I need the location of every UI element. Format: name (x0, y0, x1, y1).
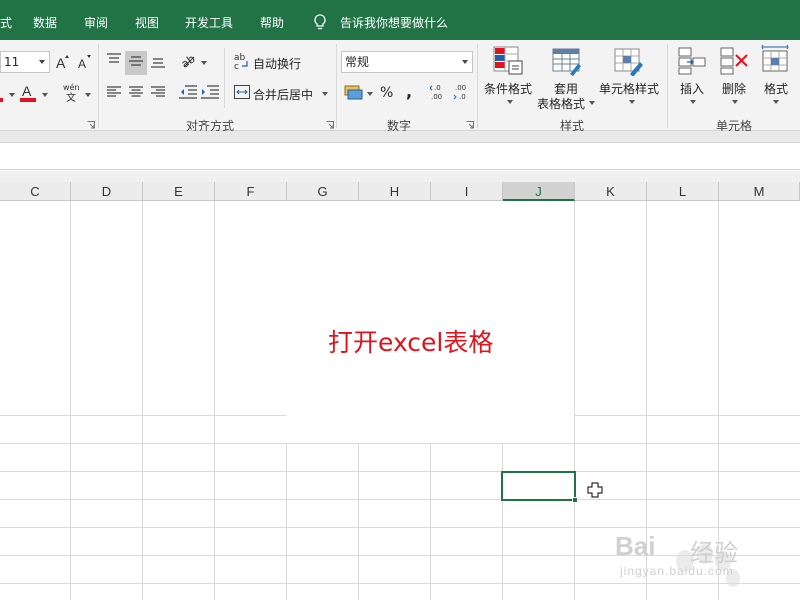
column-header-j[interactable]: J (503, 182, 575, 201)
svg-text:c: c (234, 62, 239, 70)
increase-decimal-icon[interactable]: .0 .00 (430, 83, 448, 101)
conditional-formatting-dropdown[interactable] (507, 100, 513, 104)
font-dialog-launcher-icon[interactable] (87, 121, 95, 129)
accounting-dropdown[interactable] (367, 92, 373, 96)
cell-styles-icon[interactable] (614, 46, 644, 76)
align-right-icon[interactable] (151, 86, 165, 98)
lightbulb-icon (314, 14, 326, 30)
tab-formulas[interactable]: 式 (0, 14, 12, 31)
align-bottom-icon[interactable] (151, 57, 165, 69)
decrease-decimal-icon[interactable]: .00 .0 (453, 83, 471, 101)
delete-cells-icon[interactable] (719, 46, 749, 76)
tab-review[interactable]: 审阅 (84, 14, 108, 31)
column-header-m[interactable]: M (719, 182, 800, 201)
fill-handle[interactable] (572, 497, 578, 503)
ribbon-collapse-strip (0, 131, 800, 143)
watermark-brand: Bai (615, 531, 656, 561)
align-top-icon[interactable] (107, 53, 121, 65)
watermark-url: jingyan.baidu.com (620, 564, 734, 578)
formula-gap (0, 171, 800, 182)
font-size-combo[interactable]: 11 (0, 51, 50, 73)
tab-developer[interactable]: 开发工具 (185, 14, 233, 31)
delete-dropdown[interactable] (732, 100, 738, 104)
orientation-dropdown[interactable] (201, 61, 207, 65)
font-color-icon[interactable]: A (19, 83, 39, 103)
insert-dropdown[interactable] (690, 100, 696, 104)
format-as-table-label-2[interactable]: 表格格式 (537, 95, 585, 112)
align-center-icon[interactable] (129, 86, 143, 98)
column-header-c[interactable]: C (0, 182, 71, 201)
merge-center-icon[interactable] (234, 85, 250, 99)
merge-center-label[interactable]: 合并后居中 (253, 86, 313, 103)
column-header-k[interactable]: K (575, 182, 647, 201)
text-orientation-icon[interactable]: ab (180, 52, 198, 70)
insert-label[interactable]: 插入 (680, 80, 704, 97)
column-header-l[interactable]: L (647, 182, 719, 201)
tab-data[interactable]: 数据 (33, 14, 57, 31)
font-color-dropdown[interactable] (42, 93, 48, 97)
tab-view[interactable]: 视图 (135, 14, 159, 31)
cell-styles-dropdown[interactable] (629, 100, 635, 104)
fill-color-icon[interactable] (0, 98, 3, 102)
column-header-f[interactable]: F (215, 182, 287, 201)
svg-text:.0: .0 (459, 93, 466, 101)
svg-text:.00: .00 (455, 84, 466, 92)
format-label[interactable]: 格式 (764, 80, 788, 97)
fill-color-dropdown[interactable] (9, 93, 15, 97)
decrease-indent-icon[interactable] (179, 85, 197, 99)
format-cells-icon[interactable] (761, 44, 791, 76)
ribbon-tab-bar: 式 数据 审阅 视图 开发工具 帮助 告诉我你想要做什么 (0, 0, 800, 40)
increase-indent-icon[interactable] (201, 85, 219, 99)
comma-style-button[interactable]: , (406, 82, 412, 101)
alignment-dialog-launcher-icon[interactable] (326, 121, 334, 129)
formula-bar[interactable] (0, 144, 800, 170)
plus-cursor-icon (587, 482, 603, 498)
merged-annotation-cell[interactable] (286, 201, 574, 443)
svg-text:wén: wén (63, 82, 80, 92)
decrease-font-icon[interactable]: A (77, 54, 91, 70)
format-as-table-dropdown[interactable] (589, 101, 595, 105)
column-header-d[interactable]: D (71, 182, 143, 201)
svg-text:文: 文 (66, 91, 76, 104)
svg-text:.0: .0 (434, 84, 441, 92)
insert-cells-icon[interactable] (677, 46, 707, 76)
svg-text:A: A (78, 57, 86, 70)
cell-styles-label[interactable]: 单元格样式 (599, 80, 659, 97)
svg-text:A: A (56, 55, 66, 70)
column-header-e[interactable]: E (143, 182, 215, 201)
wrap-text-label[interactable]: 自动换行 (253, 55, 301, 72)
column-header-i[interactable]: I (431, 182, 503, 201)
align-middle-icon[interactable] (129, 55, 143, 67)
tab-help[interactable]: 帮助 (260, 14, 284, 31)
column-header-row: C D E F G H I J K L M (0, 182, 800, 201)
phonetic-dropdown[interactable] (85, 93, 91, 97)
increase-font-icon[interactable]: A (55, 54, 69, 70)
conditional-formatting-label[interactable]: 条件格式 (484, 80, 532, 97)
column-header-h[interactable]: H (359, 182, 431, 201)
active-cell-j[interactable] (501, 471, 576, 501)
wrap-text-icon[interactable]: ab c (234, 52, 250, 70)
column-header-g[interactable]: G (287, 182, 359, 201)
format-dropdown[interactable] (773, 100, 779, 104)
delete-label[interactable]: 删除 (722, 80, 746, 97)
accounting-format-icon[interactable] (344, 84, 364, 100)
annotation-text: 打开excel表格 (328, 328, 494, 357)
percent-style-button[interactable]: % (380, 85, 393, 101)
phonetic-icon[interactable]: wén 文 (60, 82, 82, 104)
worksheet-grid[interactable]: 打开excel表格 Bai 经验 jingyan.baidu.com (0, 201, 800, 600)
align-left-icon[interactable] (107, 86, 121, 98)
watermark-brand-cn: 经验 (690, 539, 738, 567)
number-dialog-launcher-icon[interactable] (466, 121, 474, 129)
format-as-table-icon[interactable] (552, 46, 582, 76)
number-format-combo[interactable]: 常规 (341, 51, 473, 73)
svg-text:.00: .00 (431, 93, 442, 101)
svg-text:ab: ab (180, 52, 198, 70)
svg-text:A: A (22, 83, 32, 99)
conditional-formatting-icon[interactable] (493, 46, 523, 76)
merge-dropdown[interactable] (322, 92, 328, 96)
tell-me-search[interactable]: 告诉我你想要做什么 (340, 14, 448, 31)
ribbon: 11 A A A wén 文 ab ab c 自动换行 合并后居中 对齐方式 常… (0, 40, 800, 133)
